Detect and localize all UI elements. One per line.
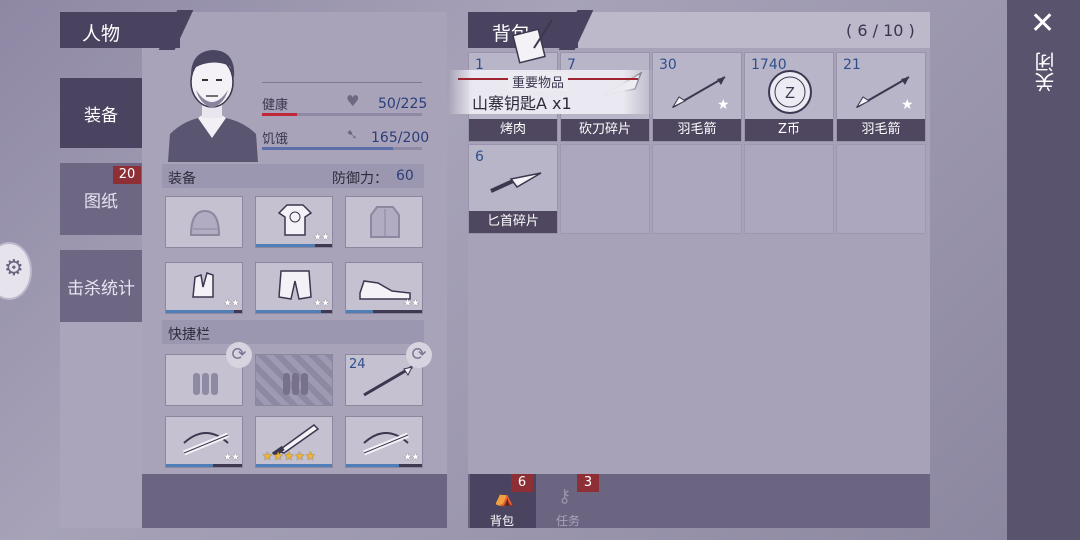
- svg-text:Z: Z: [785, 85, 795, 102]
- quick-slot-machete[interactable]: ★★★★★: [255, 416, 333, 468]
- equip-slot-shirt[interactable]: ★★: [255, 196, 333, 248]
- inventory-slot[interactable]: 1740 Z Z币: [744, 52, 834, 142]
- rating-stars: ★★: [403, 452, 420, 463]
- inventory-slot-empty[interactable]: [744, 144, 834, 234]
- item-name: 烤肉: [469, 119, 557, 141]
- equip-slot-pants[interactable]: ★★: [255, 262, 333, 314]
- side-round-button[interactable]: ⚙: [0, 242, 32, 300]
- durability-bar: [256, 310, 332, 313]
- rating-stars: ★★: [223, 298, 240, 309]
- item-name: 羽毛箭: [653, 119, 741, 141]
- key-icon: ⚷: [558, 486, 572, 507]
- tab-label: 图纸: [84, 191, 118, 212]
- inventory-slot[interactable]: 21 ★ 羽毛箭: [836, 52, 926, 142]
- inventory-slot-empty[interactable]: [560, 144, 650, 234]
- important-item-tooltip: 重要物品 山寨钥匙A x1: [448, 70, 654, 114]
- tab-equipment[interactable]: 装备: [60, 78, 142, 148]
- rating-stars: ★★: [403, 298, 420, 309]
- z-coin-icon: Z: [768, 70, 812, 114]
- jacket-icon: [370, 206, 400, 238]
- durability-bar: [346, 464, 422, 467]
- quickbar-label: 快捷栏: [168, 327, 210, 343]
- star-icon: ★: [717, 97, 730, 113]
- durability-bar: [166, 464, 242, 467]
- quick-slot-crossbow[interactable]: ★★: [165, 416, 243, 468]
- tab-label: 击杀统计: [67, 278, 135, 299]
- health-value: 50/225: [378, 96, 428, 112]
- quick-slot-locked[interactable]: [255, 354, 333, 406]
- tab-label: 背包: [490, 514, 515, 528]
- swap-icon[interactable]: ⟳: [226, 342, 252, 368]
- durability-bar: [256, 464, 332, 467]
- quick-slot-crossbow-2[interactable]: ★★: [345, 416, 423, 468]
- shorts-icon: [278, 270, 312, 300]
- item-count: 6: [475, 149, 484, 165]
- blueprint-badge: 20: [113, 166, 141, 184]
- swap-icon[interactable]: ⟳: [406, 342, 432, 368]
- item-name: Z币: [745, 119, 833, 141]
- tooltip-item-name: 山寨钥匙A x1: [472, 94, 572, 113]
- rating-stars: ★★★★★: [262, 449, 316, 463]
- tab-label: 装备: [84, 105, 118, 126]
- equip-slot-hat[interactable]: [165, 196, 243, 248]
- equip-slot-gloves[interactable]: ★★: [165, 262, 243, 314]
- quill-note-icon: [512, 19, 553, 64]
- heart-icon: ♥: [346, 92, 360, 110]
- hunger-bar-fill: [262, 147, 394, 150]
- health-bar: [262, 113, 422, 116]
- equipment-label: 装备: [168, 171, 196, 187]
- health-label: 健康: [262, 98, 289, 113]
- equip-slot-jacket[interactable]: [345, 196, 423, 248]
- durability-bar: [256, 244, 332, 247]
- drumstick-icon: ➷: [346, 127, 358, 143]
- settings-icon: ⚙: [4, 256, 24, 281]
- inventory-slot-empty[interactable]: [836, 144, 926, 234]
- item-name: 羽毛箭: [837, 119, 925, 141]
- gloves-icon: [192, 272, 214, 298]
- equip-slot-shoes[interactable]: ★★: [345, 262, 423, 314]
- bullets-icon: [193, 373, 218, 395]
- backpack-badge: 6: [511, 474, 533, 492]
- character-portrait: [162, 38, 262, 162]
- inventory-slot[interactable]: 6 匕首碎片: [468, 144, 558, 234]
- rating-stars: ★★: [313, 232, 330, 243]
- backpack-capacity: ( 6 / 10 ): [846, 21, 915, 40]
- item-name: 匕首碎片: [469, 211, 557, 233]
- item-name: 砍刀碎片: [561, 119, 649, 141]
- rating-stars: ★★: [313, 298, 330, 309]
- quests-badge: 3: [577, 474, 599, 492]
- left-tab-column-bottom: [60, 322, 142, 528]
- close-label[interactable]: 关闭: [1031, 52, 1060, 92]
- tab-kill-stats[interactable]: 击杀统计: [60, 250, 142, 322]
- dagger-shard-icon: [490, 172, 542, 193]
- stats-divider: [262, 82, 422, 83]
- hunger-value: 165/200: [371, 130, 430, 146]
- defense-value: 60: [396, 168, 414, 184]
- beanie-icon: [189, 209, 221, 236]
- close-sidebar[interactable]: ✕ 关闭: [1007, 0, 1080, 540]
- hunger-label: 饥饿: [262, 132, 289, 147]
- tshirt-icon: [277, 204, 313, 236]
- star-icon: ★: [901, 97, 914, 113]
- close-icon[interactable]: ✕: [1030, 6, 1055, 41]
- page-title: 人物: [82, 23, 121, 45]
- health-bar-fill: [262, 113, 298, 116]
- character-panel-footer: [142, 474, 447, 528]
- spear-icon: [363, 365, 413, 397]
- bullets-icon: [283, 373, 308, 395]
- hunger-bar: [262, 147, 422, 150]
- tab-label: 任务: [556, 514, 581, 528]
- inventory-slot-empty[interactable]: [652, 144, 742, 234]
- inventory-slot[interactable]: 30 ★ 羽毛箭: [652, 52, 742, 142]
- durability-bar: [166, 310, 242, 313]
- defense-label: 防御力：: [332, 171, 388, 187]
- rating-stars: ★★: [223, 452, 240, 463]
- durability-bar: [346, 310, 422, 313]
- tooltip-title: 重要物品: [508, 72, 569, 91]
